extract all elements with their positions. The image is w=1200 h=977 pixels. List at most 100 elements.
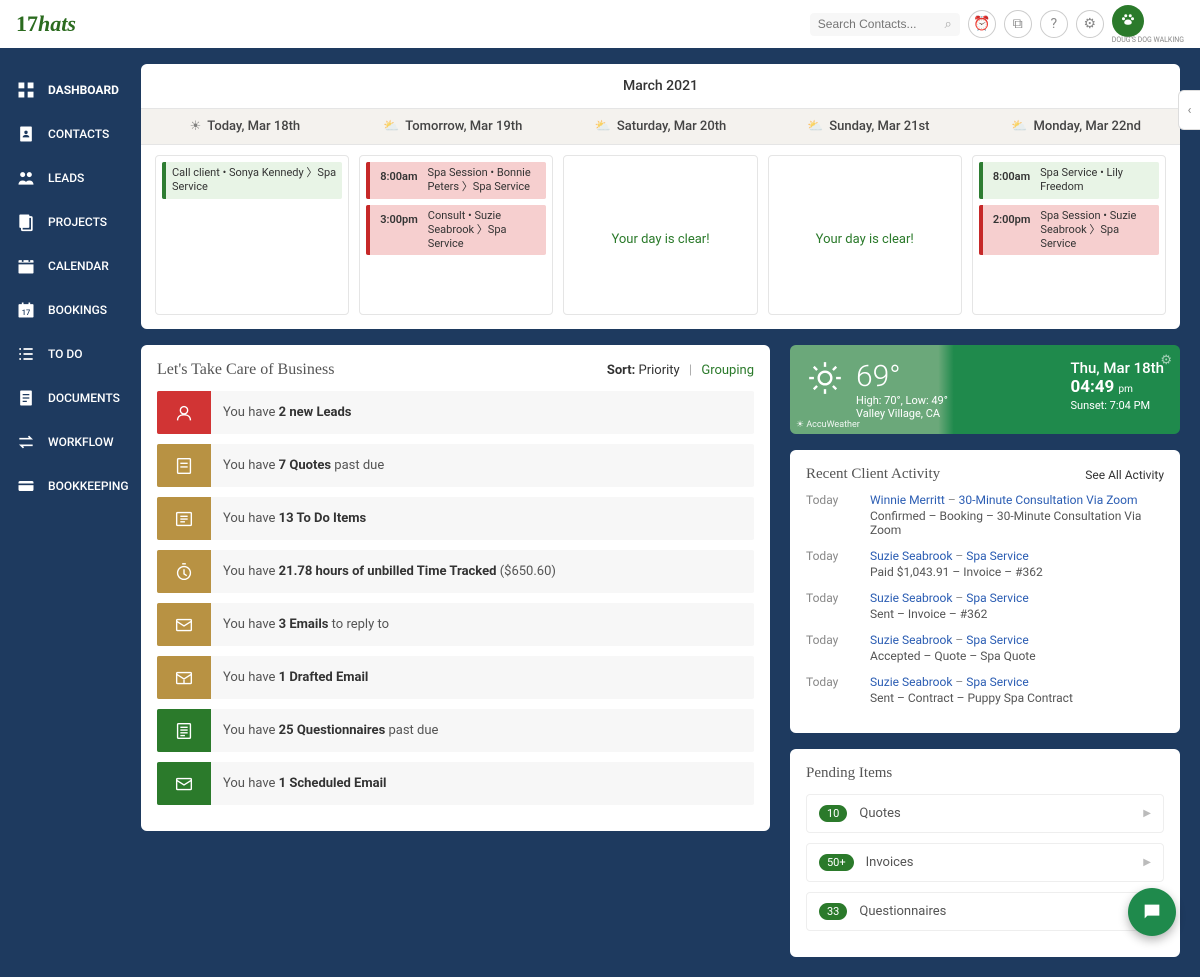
account-label: DOUG'S DOG WALKING (1112, 37, 1184, 44)
sidebar-item-leads[interactable]: LEADS (0, 156, 141, 200)
search-input-wrap[interactable]: ⌕ (810, 13, 960, 36)
sidebar: DASHBOARDCONTACTSLEADSPROJECTSCALENDAR17… (0, 48, 141, 977)
list-icon (157, 497, 211, 540)
calendar-event[interactable]: Call client • Sonya Kennedy 〉Spa Service (162, 162, 342, 199)
business-item[interactable]: You have 2 new Leads (157, 391, 754, 434)
calendar-day-card[interactable]: Your day is clear! (563, 155, 757, 315)
chevron-right-icon: ▶ (1143, 808, 1151, 819)
activity-row: TodaySuzie Seabrook – Spa ServiceAccepte… (806, 633, 1164, 663)
brand-logo[interactable]: 17hats (16, 11, 76, 37)
activity-client-link[interactable]: Suzie Seabrook (870, 549, 952, 563)
pending-panel: Pending Items 10Quotes▶50+Invoices▶33Que… (790, 749, 1180, 957)
pending-item[interactable]: 50+Invoices▶ (806, 843, 1164, 882)
sun-icon (806, 359, 844, 397)
chevron-right-icon: ▶ (1143, 857, 1151, 868)
calendar-day-card[interactable]: Your day is clear! (768, 155, 962, 315)
drawer-toggle[interactable]: ‹ (1178, 90, 1200, 130)
activity-row: TodaySuzie Seabrook – Spa ServicePaid $1… (806, 549, 1164, 579)
chat-icon (1141, 901, 1163, 923)
sidebar-item-contacts[interactable]: CONTACTS (0, 112, 141, 156)
business-item[interactable]: You have 7 Quotes past due (157, 444, 754, 487)
activity-client-link[interactable]: Suzie Seabrook (870, 633, 952, 647)
weather-sunset: Sunset: 7:04 PM (1070, 399, 1164, 412)
weather-mini-icon: ⛅ (595, 119, 611, 134)
calendar-event[interactable]: 2:00pmSpa Session • Suzie Seabrook 〉Spa … (979, 205, 1159, 256)
calendar-day-header: ⛅ Sunday, Mar 21st (764, 109, 972, 144)
top-bar: 17hats ⌕ ⏰ ⧉ ? ⚙ DOUG'S DOG WALKING (0, 0, 1200, 48)
quote-icon (157, 444, 211, 487)
sort-grouping[interactable]: Grouping (701, 363, 754, 378)
see-all-activity-link[interactable]: See All Activity (1085, 468, 1164, 482)
gear-icon[interactable]: ⚙ (1160, 353, 1172, 368)
activity-row: TodaySuzie Seabrook – Spa ServiceSent – … (806, 675, 1164, 705)
settings-icon[interactable]: ⚙ (1076, 10, 1104, 38)
sidebar-item-bookings[interactable]: 17BOOKINGS (0, 288, 141, 332)
pending-item[interactable]: 33Questionnaires▶ (806, 892, 1164, 931)
calendar-event[interactable]: 8:00amSpa Session • Bonnie Peters 〉Spa S… (366, 162, 546, 199)
weather-location: Valley Village, CA (856, 407, 948, 420)
business-title: Let's Take Care of Business (157, 361, 334, 379)
sidebar-item-documents[interactable]: DOCUMENTS (0, 376, 141, 420)
activity-row: TodayWinnie Merritt – 30-Minute Consulta… (806, 493, 1164, 537)
avatar[interactable] (1112, 5, 1144, 37)
sort-priority[interactable]: Priority (639, 363, 680, 378)
activity-row: TodaySuzie Seabrook – Spa ServiceSent – … (806, 591, 1164, 621)
weather-mini-icon: ⛅ (383, 119, 399, 134)
count-badge: 10 (819, 805, 847, 822)
weather-widget: ⚙ 69° High: 70°, Low: 49° Valley Village… (790, 345, 1180, 434)
business-panel: Let's Take Care of Business Sort: Priori… (141, 345, 770, 831)
activity-client-link[interactable]: Winnie Merritt (870, 493, 945, 507)
sidebar-item-to-do[interactable]: TO DO (0, 332, 141, 376)
mail-icon (157, 762, 211, 805)
count-badge: 50+ (819, 854, 854, 871)
calendar-day-card[interactable]: 8:00amSpa Session • Bonnie Peters 〉Spa S… (359, 155, 553, 315)
calendar-day-card[interactable]: 8:00amSpa Service • Lily Freedom 2:00pmSp… (972, 155, 1166, 315)
weather-mini-icon: ⛅ (1011, 119, 1027, 134)
calendar-day-header: ⛅ Saturday, Mar 20th (557, 109, 765, 144)
weather-mini-icon: ☀ (190, 119, 202, 134)
timer-icon (157, 550, 211, 593)
form-icon (157, 709, 211, 752)
pending-item[interactable]: 10Quotes▶ (806, 794, 1164, 833)
activity-service-link[interactable]: Spa Service (966, 591, 1028, 605)
calendar-day-header: ⛅ Monday, Mar 22nd (972, 109, 1180, 144)
activity-service-link[interactable]: Spa Service (966, 549, 1028, 563)
weather-time: 04:49 pm (1070, 377, 1164, 397)
business-item[interactable]: You have 3 Emails to reply to (157, 603, 754, 646)
calendar-event[interactable]: 8:00amSpa Service • Lily Freedom (979, 162, 1159, 199)
sidebar-item-bookkeeping[interactable]: BOOKKEEPING (0, 464, 141, 508)
activity-service-link[interactable]: 30-Minute Consultation Via Zoom (959, 493, 1138, 507)
sidebar-item-projects[interactable]: PROJECTS (0, 200, 141, 244)
business-item[interactable]: You have 21.78 hours of unbilled Time Tr… (157, 550, 754, 593)
activity-service-link[interactable]: Spa Service (966, 675, 1028, 689)
calendar-title: March 2021 (141, 64, 1180, 108)
sidebar-item-dashboard[interactable]: DASHBOARD (0, 68, 141, 112)
mail-icon (157, 603, 211, 646)
search-input[interactable] (818, 17, 945, 31)
activity-service-link[interactable]: Spa Service (966, 633, 1028, 647)
sidebar-item-calendar[interactable]: CALENDAR (0, 244, 141, 288)
chat-fab[interactable] (1128, 888, 1176, 936)
help-icon[interactable]: ? (1040, 10, 1068, 38)
draft-icon (157, 656, 211, 699)
calendar-day-header: ☀ Today, Mar 18th (141, 109, 349, 144)
activity-client-link[interactable]: Suzie Seabrook (870, 675, 952, 689)
business-item[interactable]: You have 13 To Do Items (157, 497, 754, 540)
business-item[interactable]: You have 1 Scheduled Email (157, 762, 754, 805)
calendar-day-header: ⛅ Tomorrow, Mar 19th (349, 109, 557, 144)
weather-temp: 69° (856, 359, 948, 394)
weather-highlow: High: 70°, Low: 49° (856, 394, 948, 407)
user-icon (157, 391, 211, 434)
business-item[interactable]: You have 25 Questionnaires past due (157, 709, 754, 752)
sort-control[interactable]: Sort: Priority | Grouping (607, 363, 754, 378)
copy-icon[interactable]: ⧉ (1004, 10, 1032, 38)
weather-date: Thu, Mar 18th (1070, 359, 1164, 377)
business-item[interactable]: You have 1 Drafted Email (157, 656, 754, 699)
activity-title: Recent Client Activity (806, 466, 940, 483)
calendar-day-card[interactable]: Call client • Sonya Kennedy 〉Spa Service (155, 155, 349, 315)
activity-client-link[interactable]: Suzie Seabrook (870, 591, 952, 605)
sidebar-item-workflow[interactable]: WORKFLOW (0, 420, 141, 464)
count-badge: 33 (819, 903, 847, 920)
calendar-event[interactable]: 3:00pmConsult • Suzie Seabrook 〉Spa Serv… (366, 205, 546, 256)
alarm-icon[interactable]: ⏰ (968, 10, 996, 38)
